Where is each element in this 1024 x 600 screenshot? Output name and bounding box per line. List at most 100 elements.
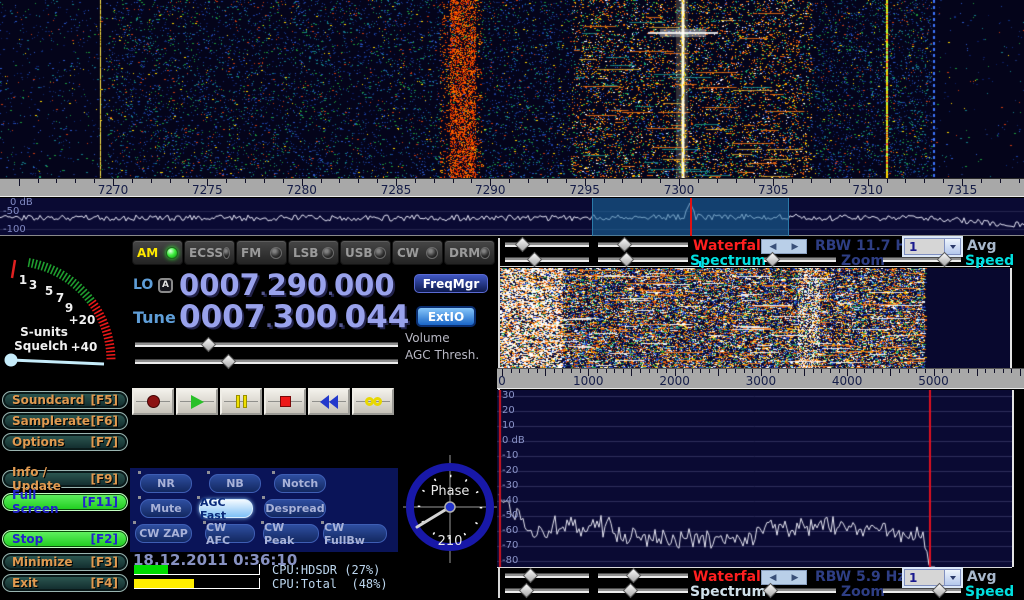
spectrum-mode-label[interactable]: Spectrum (690, 253, 766, 269)
af-slider[interactable] (598, 573, 688, 578)
dsp-button-nr[interactable]: NR (140, 474, 192, 493)
slider-thumb[interactable] (523, 568, 539, 584)
rf-spectrum-strip[interactable]: 0 dB-50-100 (0, 198, 1024, 236)
slider-thumb[interactable] (519, 583, 535, 599)
rf-frequency-scale[interactable]: 7270727572807285729072957300730573107315 (0, 178, 1024, 197)
rewind-button[interactable] (308, 388, 350, 415)
tune-frequency-value[interactable]: 0007.300.044 (179, 299, 409, 335)
smeter-needle[interactable] (11, 360, 104, 364)
cpu-meter-label: CPU:HDSDR (27%) (272, 563, 380, 577)
soundcard-button[interactable]: Soundcard [F5] (2, 391, 128, 409)
rf-waterfall-display[interactable] (0, 0, 1024, 178)
dsp-button-nb[interactable]: NB (209, 474, 261, 493)
record-button[interactable] (132, 388, 174, 415)
loop-button[interactable] (352, 388, 394, 415)
lo-a-badge[interactable]: A (158, 278, 173, 293)
waterfall-mode-label[interactable]: Waterfall (693, 569, 766, 585)
mode-button-am[interactable]: AM (132, 240, 183, 265)
spectrum-mode-label[interactable]: Spectrum (690, 584, 766, 600)
options-button[interactable]: Options [F7] (2, 433, 128, 451)
stop-button[interactable]: Stop [F2] (2, 530, 128, 548)
mode-button-usb[interactable]: USB (340, 240, 391, 265)
pause-button[interactable] (220, 388, 262, 415)
combo-dropdown-icon[interactable] (944, 570, 960, 585)
dsp-button-agc-fast[interactable]: AGC Fast (199, 499, 253, 518)
dsp-button-cw-afc[interactable]: CW AFC (205, 524, 255, 543)
lo-frequency-value[interactable]: 0007.290.000 (179, 268, 395, 302)
lo-frequency-row: LO A 0007.290.000 (133, 269, 395, 301)
slider-thumb[interactable] (526, 252, 542, 268)
minimize-button[interactable]: Minimize [F3] (2, 553, 128, 571)
speed-slider[interactable] (883, 588, 961, 593)
speed-slider[interactable] (883, 257, 961, 262)
af-slider[interactable] (598, 257, 688, 262)
info-update-button[interactable]: Info / Update [F9] (2, 470, 128, 488)
mode-button-cw[interactable]: CW (392, 240, 443, 265)
dsp-button-notch[interactable]: Notch (274, 474, 326, 493)
db-scale-label: -100 (3, 224, 26, 235)
squelch-caption: Squelch (14, 339, 68, 353)
af-waterfall-display[interactable] (500, 268, 1012, 368)
exit-button[interactable]: Exit [F4] (2, 574, 128, 592)
mode-button-fm[interactable]: FM (236, 240, 287, 265)
zoom-slider[interactable] (764, 257, 836, 262)
slider-thumb[interactable] (932, 583, 948, 599)
slider-thumb[interactable] (617, 237, 633, 253)
mode-led-indicator (166, 247, 178, 259)
speed-label[interactable]: Speed (965, 584, 1014, 600)
rbw-spinner[interactable]: ◀▶ (761, 570, 807, 585)
freqmgr-button[interactable]: FreqMgr (414, 274, 488, 293)
s-meter[interactable]: 13579+20+40 S-units Squelch (0, 240, 128, 390)
smeter-scale-label: 7 (56, 291, 64, 305)
dsp-button-mute[interactable]: Mute (140, 499, 192, 518)
slider-thumb[interactable] (765, 252, 781, 268)
slider-thumb[interactable] (937, 252, 953, 268)
af-slider[interactable] (598, 242, 688, 247)
agc-threshold-slider-thumb[interactable] (221, 354, 237, 370)
af-frequency-scale[interactable]: 010002000300040005000 (497, 368, 1024, 389)
dsp-button-cw-zap[interactable]: CW ZAP (135, 524, 192, 543)
full-screen-button[interactable]: Full Screen [F11] (2, 493, 128, 511)
scale-label: 7305 (751, 183, 795, 197)
dsp-button-cw-peak[interactable]: CW Peak (263, 524, 319, 543)
scale-tick (795, 369, 796, 373)
stop-button[interactable] (264, 388, 306, 415)
af-slider[interactable] (505, 573, 589, 578)
samplerate-button[interactable]: Samplerate [F6] (2, 412, 128, 430)
spin-left-icon[interactable]: ◀ (770, 573, 777, 583)
dsp-button-despread[interactable]: Despread (264, 499, 326, 518)
agc-threshold-slider[interactable] (135, 359, 398, 364)
zoom-label[interactable]: Zoom (841, 584, 885, 600)
zoom-slider[interactable] (764, 588, 836, 593)
af-spectrum-display[interactable]: 3020100 dB-10-20-30-40-50-60-70-80 (497, 390, 1014, 567)
volume-slider[interactable] (135, 342, 398, 347)
slider-thumb[interactable] (514, 237, 530, 253)
combo-dropdown-icon[interactable] (944, 239, 960, 254)
slider-thumb[interactable] (618, 252, 634, 268)
af-slider[interactable] (505, 242, 589, 247)
rbw-spinner[interactable]: ◀▶ (761, 239, 807, 254)
af-slider[interactable] (598, 588, 688, 593)
play-button[interactable] (176, 388, 218, 415)
mode-button-drm[interactable]: DRM (444, 240, 495, 265)
spin-left-icon[interactable]: ◀ (770, 242, 777, 252)
dsp-button-cw-fullbw[interactable]: CW FullBw (323, 524, 387, 543)
speed-label[interactable]: Speed (965, 253, 1014, 269)
volume-slider-thumb[interactable] (200, 337, 216, 353)
spin-right-icon[interactable]: ▶ (792, 242, 799, 252)
af-slider[interactable] (505, 257, 589, 262)
extio-button[interactable]: ExtIO (416, 306, 476, 327)
mode-button-lsb[interactable]: LSB (288, 240, 339, 265)
scale-tick (839, 369, 840, 373)
af-slider[interactable] (505, 588, 589, 593)
smeter-scale-label: 3 (29, 278, 37, 292)
scale-tick (951, 369, 952, 373)
slider-thumb[interactable] (625, 568, 641, 584)
scale-tick (752, 369, 753, 373)
zoom-label[interactable]: Zoom (841, 253, 885, 269)
scale-tick (692, 369, 693, 373)
slider-thumb[interactable] (622, 583, 638, 599)
spin-right-icon[interactable]: ▶ (792, 573, 799, 583)
mode-button-ecss[interactable]: ECSS (184, 240, 235, 265)
waterfall-mode-label[interactable]: Waterfall (693, 238, 766, 254)
